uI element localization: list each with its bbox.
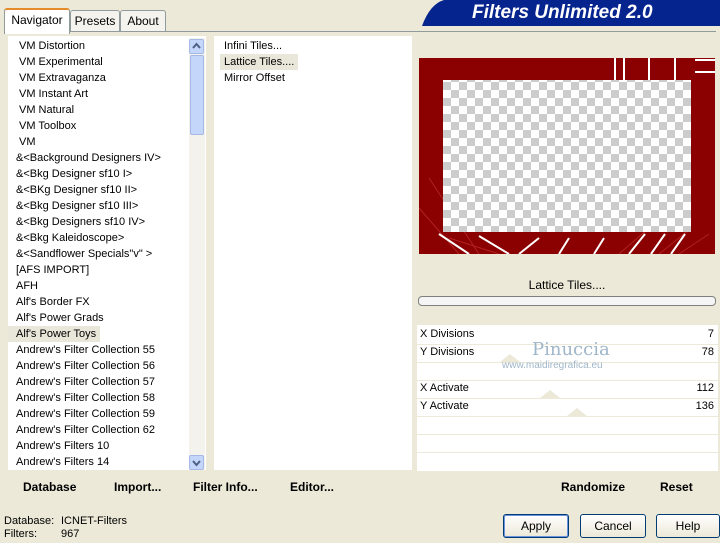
filter-list-items: Infini Tiles... Lattice Tiles.... Mirror O… (220, 38, 410, 138)
category-item[interactable]: &<Background Designers IV> (8, 150, 165, 166)
tab-presets[interactable]: Presets (70, 10, 120, 31)
randomize-button[interactable]: Randomize (561, 480, 625, 494)
database-label: Database: (4, 515, 55, 527)
preview-image (418, 58, 715, 255)
category-list[interactable]: VM Distortion VM Experimental VM Extravaga… (8, 36, 206, 470)
category-item[interactable]: [AFS IMPORT] (8, 262, 93, 278)
param-label: X Divisions (420, 328, 475, 340)
tab-about[interactable]: About (120, 10, 166, 31)
help-button[interactable]: Help (656, 514, 720, 538)
category-item[interactable]: &<BKg Designer sf10 II> (8, 182, 141, 198)
category-item[interactable]: Alf's Border FX (8, 294, 94, 310)
param-x-activate[interactable]: X Activate 112 (417, 381, 718, 398)
category-item[interactable]: Andrew's Filter Collection 56 (8, 358, 159, 374)
slider-marker (540, 390, 560, 398)
category-item[interactable]: Andrew's Filters 14 (8, 454, 113, 470)
category-item[interactable]: Andrew's Filter Collection 59 (8, 406, 159, 422)
slider-marker (567, 408, 587, 416)
cancel-button[interactable]: Cancel (580, 514, 646, 538)
scroll-thumb[interactable] (190, 55, 204, 135)
category-item[interactable]: &<Sandflower Specials"v" > (8, 246, 156, 262)
category-item[interactable]: &<Bkg Kaleidoscope> (8, 230, 128, 246)
category-item[interactable]: VM Instant Art (8, 86, 92, 102)
filter-info-button[interactable]: Filter Info... (193, 480, 258, 494)
filters-label: Filters: (4, 528, 37, 540)
filter-item[interactable]: Mirror Offset (220, 70, 289, 86)
tab-navigator[interactable]: Navigator (4, 8, 70, 34)
category-item[interactable]: Alf's Power Toys (8, 326, 101, 342)
database-button[interactable]: Database (23, 480, 76, 494)
category-item[interactable]: VM (8, 134, 40, 150)
chevron-up-icon (192, 42, 201, 49)
category-item[interactable]: Andrew's Filter Collection 55 (8, 342, 159, 358)
app-title: Filters Unlimited 2.0 (472, 2, 653, 23)
scroll-up-button[interactable] (189, 39, 204, 54)
reset-button[interactable]: Reset (660, 480, 693, 494)
category-item[interactable]: VM Distortion (8, 38, 89, 54)
scroll-down-button[interactable] (189, 455, 204, 470)
category-item[interactable]: Andrew's Filter Collection 58 (8, 390, 159, 406)
row-divider (417, 434, 718, 435)
param-value: 136 (695, 400, 714, 412)
title-banner: Filters Unlimited 2.0 (422, 0, 720, 26)
filters-count: 967 (61, 528, 80, 540)
tab-strip-line (4, 31, 716, 32)
category-item[interactable]: &<Bkg Designer sf10 III> (8, 198, 142, 214)
category-item[interactable]: Andrew's Filters 10 (8, 438, 113, 454)
preview-area (418, 58, 715, 255)
import-button[interactable]: Import... (114, 480, 161, 494)
database-value: ICNET-Filters (61, 515, 127, 527)
watermark-url: www.maidiregrafica.eu (502, 360, 603, 371)
category-item[interactable]: VM Extravaganza (8, 70, 110, 86)
editor-button[interactable]: Editor... (290, 480, 334, 494)
param-label: X Activate (420, 382, 469, 394)
category-scrollbar[interactable] (189, 38, 205, 470)
preview-filter-name: Lattice Tiles.... (528, 278, 606, 292)
category-item[interactable]: Andrew's Filter Collection 57 (8, 374, 159, 390)
category-item[interactable]: &<Bkg Designers sf10 IV> (8, 214, 149, 230)
category-item[interactable]: &<Bkg Designer sf10 I> (8, 166, 136, 182)
filter-list[interactable]: Infini Tiles... Lattice Tiles.... Mirror O… (214, 36, 412, 470)
param-label: Y Activate (420, 400, 469, 412)
category-item[interactable]: Andrew's Filter Collection 62 (8, 422, 159, 438)
chevron-down-icon (192, 460, 201, 467)
category-item[interactable]: AFH (8, 278, 42, 294)
param-value: 112 (696, 382, 714, 394)
param-value: 78 (701, 346, 714, 358)
category-item[interactable]: Alf's Power Grads (8, 310, 108, 326)
row-divider (417, 416, 718, 417)
param-label: Y Divisions (420, 346, 475, 358)
param-value: 7 (707, 328, 714, 340)
filter-item[interactable]: Lattice Tiles.... (220, 54, 299, 70)
progress-bar (418, 296, 716, 306)
row-divider (417, 452, 718, 453)
apply-button[interactable]: Apply (503, 514, 569, 538)
filter-item[interactable]: Infini Tiles... (220, 38, 286, 54)
category-item[interactable]: VM Experimental (8, 54, 107, 70)
category-list-items: VM Distortion VM Experimental VM Extravaga… (8, 38, 188, 470)
category-item[interactable]: VM Natural (8, 102, 78, 118)
category-item[interactable]: VM Toolbox (8, 118, 80, 134)
watermark-name: Pinuccia (532, 339, 610, 360)
